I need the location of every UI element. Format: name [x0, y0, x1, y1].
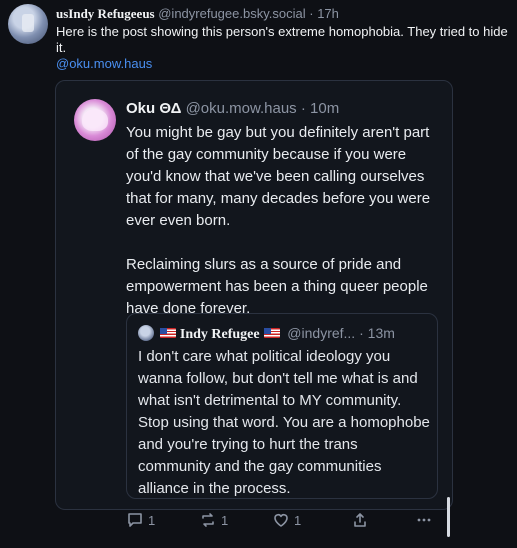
repost-button[interactable]: 1 [199, 511, 228, 529]
us-flag-icon [263, 328, 280, 338]
post[interactable]: usIndy Refugeeus @indyrefugee.bsky.socia… [0, 0, 517, 548]
nested-author-display-name[interactable]: Indy Refugee [180, 327, 260, 342]
nested-post-text: I don't care what political ideology you… [138, 348, 430, 497]
quoted-paragraph: Reclaiming slurs as a source of pride an… [126, 256, 428, 317]
quoted-author-display-name[interactable]: Oku ΘΔ [126, 100, 181, 117]
reply-button[interactable]: 1 [126, 511, 155, 529]
repost-count: 1 [221, 512, 229, 528]
post-timestamp[interactable]: 17h [317, 6, 339, 21]
quoted-post-text: You might be gay but you definitely aren… [126, 122, 438, 320]
post-header: usIndy Refugeeus @indyrefugee.bsky.socia… [56, 6, 339, 22]
quoted-paragraph: You might be gay but you definitely aren… [126, 124, 431, 229]
nested-author-handle[interactable]: @indyref... [287, 325, 355, 341]
quoted-author-avatar[interactable] [74, 99, 116, 141]
like-count: 1 [294, 512, 302, 528]
quoted-author-handle[interactable]: @oku.mow.haus [186, 100, 297, 117]
quoted-post-header: Oku ΘΔ @oku.mow.haus · 10m [126, 100, 339, 118]
separator-dot: · [309, 6, 314, 21]
author-display-name[interactable]: usIndy Refugeeus [56, 6, 155, 21]
quoted-post-timestamp[interactable]: 10m [310, 100, 339, 117]
heart-icon [272, 511, 290, 529]
separator-dot: · [300, 100, 306, 117]
share-button[interactable] [351, 511, 369, 529]
mention-link[interactable]: @oku.mow.haus [56, 56, 152, 72]
reply-icon [126, 511, 144, 529]
share-icon [351, 511, 369, 529]
more-icon [415, 511, 433, 529]
post-actions: 1 1 1 [0, 511, 517, 531]
post-text: Here is the post showing this person's e… [56, 24, 508, 55]
like-button[interactable]: 1 [272, 511, 301, 529]
more-options-button[interactable] [415, 511, 433, 529]
author-handle[interactable]: @indyrefugee.bsky.social [158, 6, 305, 21]
us-flag-icon [160, 328, 176, 338]
reply-count: 1 [148, 512, 156, 528]
repost-icon [199, 511, 217, 529]
nested-post-header: Indy Refugee @indyref... · 13m [160, 324, 395, 344]
nested-post-timestamp[interactable]: 13m [368, 325, 395, 341]
author-avatar[interactable] [8, 4, 48, 44]
separator-dot: · [359, 325, 364, 341]
nested-author-avatar[interactable] [138, 325, 154, 341]
